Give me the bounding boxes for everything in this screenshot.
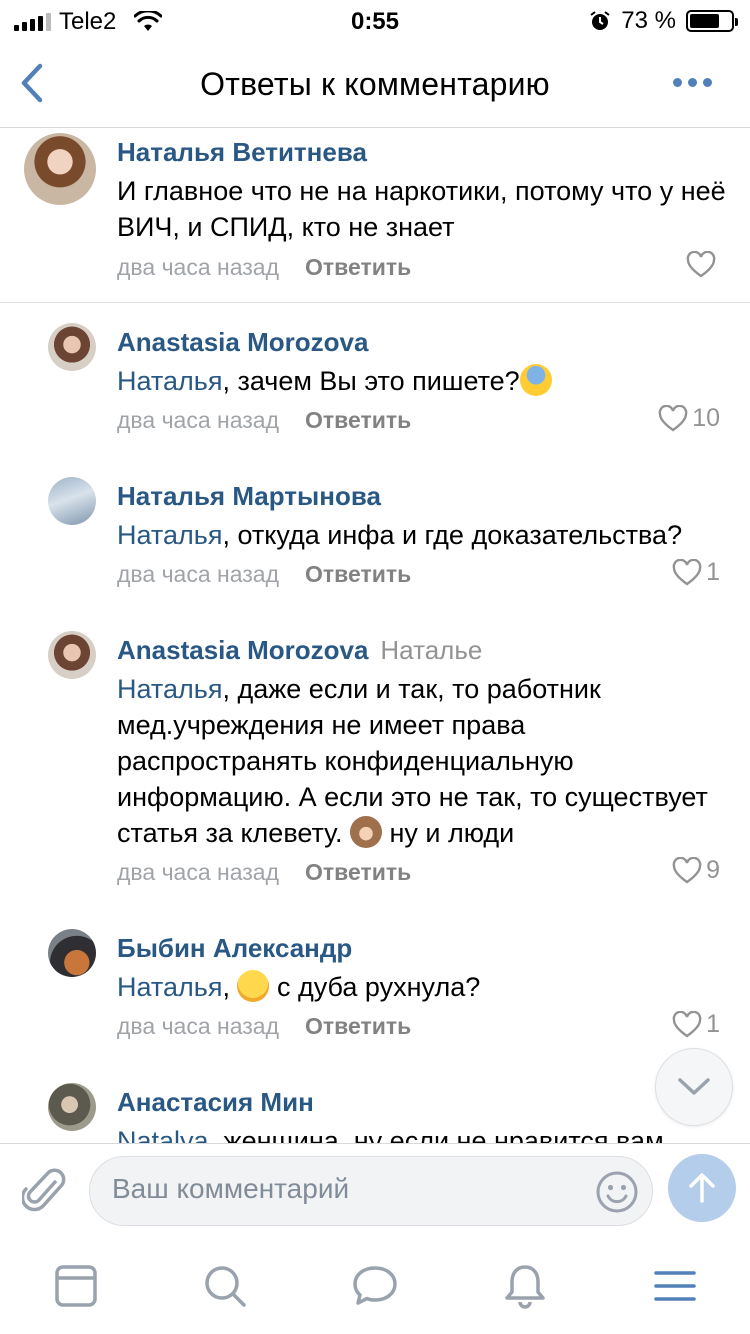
comment-author[interactable]: Наталья Ветитнева	[117, 137, 367, 168]
comment-text: Наталья, зачем Вы это пишете?	[117, 363, 726, 399]
like-count: 9	[706, 856, 720, 884]
heart-icon	[672, 558, 702, 585]
reply-button[interactable]: Ответить	[305, 1013, 411, 1039]
alarm-icon	[590, 11, 610, 30]
reply-button[interactable]: Ответить	[305, 407, 411, 433]
comment-body: , зачем Вы это пишете?	[222, 366, 520, 396]
search-tab-icon[interactable]	[200, 1261, 250, 1311]
send-button[interactable]	[668, 1154, 736, 1222]
thinking-face-emoji-icon	[237, 970, 270, 1002]
comment-author-name: Anastasia Morozova	[117, 635, 369, 665]
scroll-down-button[interactable]	[655, 1048, 733, 1126]
avatar[interactable]	[48, 323, 96, 371]
like-button[interactable]: 1	[672, 558, 720, 587]
comment-text: И главное что не на наркотики, потому чт…	[117, 176, 726, 242]
comment-meta: два часа назад Ответить	[117, 254, 411, 281]
messages-tab-icon[interactable]	[350, 1261, 400, 1311]
comment-meta: два часа назад Ответить	[117, 1013, 411, 1040]
like-count: 1	[706, 558, 720, 586]
battery-icon	[686, 10, 738, 32]
comment-input[interactable]	[112, 1173, 592, 1205]
heart-icon	[686, 251, 716, 278]
comment-composer	[0, 1143, 750, 1239]
comment-author[interactable]: Наталья Мартынова	[117, 481, 381, 512]
reply-button[interactable]: Ответить	[305, 859, 411, 885]
anxious-face-emoji-icon	[519, 364, 552, 396]
more-dots-icon[interactable]	[673, 78, 712, 87]
reply-to-label: Наталье	[380, 635, 483, 665]
comment-text: Наталья, откуда инфа и где доказательств…	[117, 517, 726, 553]
like-button[interactable]: 1	[672, 1010, 720, 1039]
heart-icon	[672, 1010, 702, 1037]
comment-author[interactable]: Anastasia Morozova Наталье	[117, 635, 482, 666]
paperclip-icon[interactable]	[22, 1164, 66, 1216]
tab-bar	[0, 1239, 750, 1334]
mention-link[interactable]: Наталья	[117, 972, 222, 1002]
comment-author[interactable]: Анастасия Мин	[117, 1087, 314, 1118]
divider	[0, 302, 750, 303]
battery-fill	[690, 14, 720, 28]
comment-meta: два часа назад Ответить	[117, 561, 411, 588]
arrow-up-icon	[689, 1173, 715, 1203]
heart-icon	[658, 404, 688, 431]
like-button[interactable]	[686, 251, 720, 279]
avatar[interactable]	[48, 929, 96, 977]
mention-link[interactable]: Natalya	[117, 1126, 209, 1143]
like-count: 1	[706, 1010, 720, 1038]
like-button[interactable]: 10	[658, 404, 720, 433]
chevron-down-icon	[678, 1078, 710, 1095]
avatar[interactable]	[48, 1083, 96, 1131]
comment-body: , откуда инфа и где доказательства?	[222, 520, 683, 550]
comment-meta: два часа назад Ответить	[117, 859, 411, 886]
comment-meta: два часа назад Ответить	[117, 407, 411, 434]
mention-link[interactable]: Наталья	[117, 366, 222, 396]
comment-body-end: ну и люди	[381, 818, 515, 848]
comment-time: два часа назад	[117, 859, 280, 885]
news-tab-icon[interactable]	[51, 1261, 101, 1311]
comment-body-end: с дуба рухнула?	[269, 972, 481, 1002]
comment-body: , женщина, ну если не нравится вам	[208, 1126, 664, 1143]
like-button[interactable]: 9	[672, 856, 720, 885]
heart-icon	[672, 856, 702, 883]
like-count: 10	[692, 404, 720, 432]
comment-time: два часа назад	[117, 254, 280, 280]
avatar[interactable]	[24, 133, 96, 205]
battery-percent: 73 %	[621, 7, 676, 34]
mention-link[interactable]: Наталья	[117, 674, 222, 704]
mention-link[interactable]: Наталья	[117, 520, 222, 550]
comment-time: два часа назад	[117, 407, 280, 433]
comment-author[interactable]: Быбин Александр	[117, 933, 352, 964]
smile-icon[interactable]	[594, 1169, 640, 1215]
reply-button[interactable]: Ответить	[305, 254, 411, 280]
avatar[interactable]	[48, 631, 96, 679]
reply-button[interactable]: Ответить	[305, 561, 411, 587]
comment-input-wrapper	[89, 1156, 653, 1226]
comment-time: два часа назад	[117, 1013, 280, 1039]
comment-text: Наталья, с дуба рухнула?	[117, 969, 726, 1005]
comment-body: ,	[222, 972, 230, 1002]
avatar[interactable]	[48, 477, 96, 525]
comment-text: Natalya, женщина, ну если не нравится ва…	[117, 1123, 726, 1143]
notifications-tab-icon[interactable]	[500, 1261, 550, 1311]
comment-text: Наталья, даже если и так, то работник ме…	[117, 671, 726, 851]
nav-bar: Ответы к комментарию	[0, 40, 750, 128]
comment-author[interactable]: Anastasia Morozova	[117, 327, 368, 358]
see-no-evil-monkey-emoji-icon	[349, 816, 382, 848]
comment-time: два часа назад	[117, 561, 280, 587]
replies-list: Наталья Ветитнева И главное что не на на…	[0, 129, 750, 1143]
menu-tab-icon[interactable]	[650, 1261, 700, 1311]
status-bar: Tele2 0:55 73 %	[0, 0, 750, 40]
page-title: Ответы к комментарию	[200, 66, 550, 102]
